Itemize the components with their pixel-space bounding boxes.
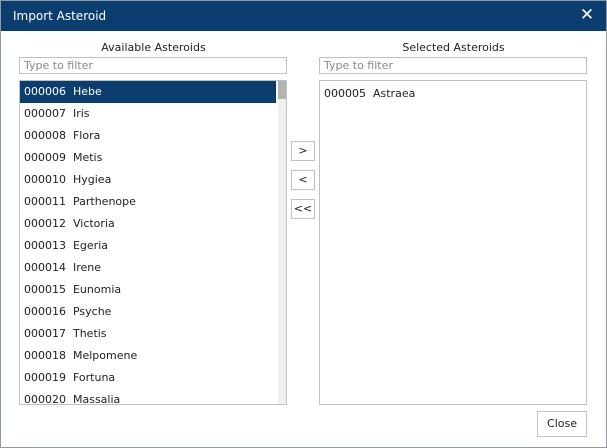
available-asteroids-list[interactable]: 000006 Hebe 000007 Iris 000008 Flora 000009…	[19, 80, 287, 405]
dialog-title: Import Asteroid	[13, 9, 107, 23]
list-item[interactable]: 000006 Hebe	[20, 81, 276, 103]
close-button[interactable]: Close	[537, 411, 587, 437]
title-bar: Import Asteroid ✕	[1, 1, 606, 31]
list-item[interactable]: 000017 Thetis	[20, 323, 276, 345]
available-filter-input[interactable]	[19, 57, 287, 74]
list-item[interactable]: 000010 Hygiea	[20, 169, 276, 191]
list-item[interactable]: 000013 Egeria	[20, 235, 276, 257]
remove-selected-button[interactable]: <	[291, 170, 315, 190]
selected-filter-input[interactable]	[319, 57, 587, 74]
close-icon[interactable]: ✕	[578, 5, 596, 25]
list-item[interactable]: 000019 Fortuna	[20, 367, 276, 389]
remove-all-button[interactable]: <<	[291, 199, 315, 219]
available-asteroids-header: Available Asteroids	[101, 41, 206, 54]
list-item[interactable]: 000007 Iris	[20, 103, 276, 125]
list-item[interactable]: 000016 Psyche	[20, 301, 276, 323]
list-item[interactable]: 000008 Flora	[20, 125, 276, 147]
scrollbar-thumb[interactable]	[278, 81, 286, 99]
selected-asteroids-header: Selected Asteroids	[402, 41, 505, 54]
list-item[interactable]: 000015 Eunomia	[20, 279, 276, 301]
available-list-scrollbar[interactable]	[278, 81, 286, 404]
list-item[interactable]: 000009 Metis	[20, 147, 276, 169]
import-asteroid-dialog: Import Asteroid ✕ Available Asteroids 00…	[0, 0, 607, 448]
add-selected-button[interactable]: >	[291, 141, 315, 161]
list-item[interactable]: 000014 Irene	[20, 257, 276, 279]
list-item[interactable]: 000018 Melpomene	[20, 345, 276, 367]
list-item[interactable]: 000020 Massalia	[20, 389, 276, 404]
list-item[interactable]: 000011 Parthenope	[20, 191, 276, 213]
list-item[interactable]: 000005 Astraea	[320, 83, 586, 105]
list-item[interactable]: 000012 Victoria	[20, 213, 276, 235]
selected-asteroids-list[interactable]: 000005 Astraea	[319, 80, 587, 405]
